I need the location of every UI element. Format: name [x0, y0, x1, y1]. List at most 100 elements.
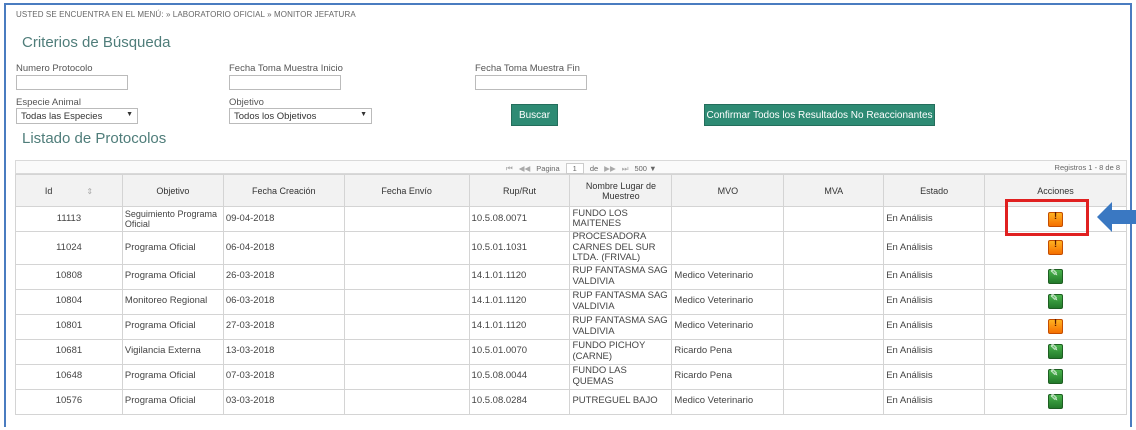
chevron-down-icon: ▼ [360, 111, 367, 118]
cell-mva [783, 313, 885, 340]
cell-mvo: Medico Veterinario [671, 288, 785, 315]
cell-objetivo: Programa Oficial [121, 388, 224, 415]
cell-lugar-muestreo: PUTREGUEL BAJO [569, 388, 673, 415]
table-row[interactable]: 10804 Monitoreo Regional 06-03-2018 14.1.01… [15, 288, 1127, 315]
cell-objetivo: Monitoreo Regional [121, 288, 224, 315]
col-header-mva[interactable]: MVA [783, 174, 885, 207]
buscar-button[interactable]: Buscar [511, 104, 558, 126]
table-row[interactable]: 10681 Vigilancia Externa 13-03-2018 10.5.01… [15, 338, 1127, 365]
cell-objetivo: Seguimiento Programa Oficial [121, 206, 224, 232]
cell-lugar-muestreo: FUNDO LAS QUEMAS [569, 363, 673, 390]
confirmar-no-reaccionantes-button[interactable]: Confirmar Todos los Resultados No Reacci… [704, 104, 935, 126]
col-header-id[interactable]: Id ⇕ [15, 174, 123, 207]
search-criteria-title: Criterios de Búsqueda [22, 34, 171, 51]
cell-acciones [984, 288, 1127, 315]
edit-icon[interactable] [1048, 294, 1064, 309]
cell-objetivo: Programa Oficial [121, 231, 224, 265]
highlight-box [1005, 199, 1089, 236]
fecha-inicio-label: Fecha Toma Muestra Inicio [229, 63, 343, 74]
cell-rup-rut: 10.5.08.0071 [468, 206, 571, 232]
cell-mvo: Medico Veterinario [671, 388, 785, 415]
page-size-select[interactable]: 500 ▼ [634, 164, 656, 173]
col-header-lugar-muestreo[interactable]: Nombre Lugar de Muestreo [569, 174, 673, 207]
cell-estado: En Análisis [883, 338, 986, 365]
edit-icon[interactable] [1048, 269, 1064, 284]
cell-mva [783, 338, 885, 365]
numero-protocolo-input[interactable] [16, 75, 128, 90]
col-header-mvo[interactable]: MVO [671, 174, 785, 207]
cell-estado: En Análisis [883, 231, 986, 265]
cell-objetivo: Programa Oficial [121, 263, 224, 290]
cell-estado: En Análisis [883, 388, 986, 415]
cell-fecha-creacion: 27-03-2018 [222, 313, 345, 340]
table-row[interactable]: 10801 Programa Oficial 27-03-2018 14.1.01.1… [15, 313, 1127, 340]
cell-mva [783, 388, 885, 415]
pointer-arrow-icon [1097, 202, 1136, 232]
sort-icon[interactable]: ⇕ [86, 187, 93, 196]
cell-fecha-creacion: 07-03-2018 [222, 363, 345, 390]
table-header-row: Id ⇕ Objetivo Fecha Creación Fecha Envío … [15, 174, 1127, 207]
cell-acciones [984, 363, 1127, 390]
cell-estado: En Análisis [883, 313, 986, 340]
cell-lugar-muestreo: RUP FANTASMA SAG VALDIVIA [569, 313, 673, 340]
alert-icon[interactable] [1048, 240, 1064, 256]
especie-label: Especie Animal [16, 97, 81, 108]
cell-lugar-muestreo: PROCESADORA CARNES DEL SUR LTDA. (FRIVAL… [569, 231, 673, 265]
cell-mva [783, 288, 885, 315]
table-row[interactable]: 10808 Programa Oficial 26-03-2018 14.1.01.1… [15, 263, 1127, 290]
alert-icon[interactable] [1048, 319, 1064, 334]
cell-id: 10576 [15, 388, 123, 415]
cell-id: 11024 [15, 231, 123, 265]
registros-count: Registros 1 - 8 de 8 [1054, 163, 1120, 172]
especie-select-value: Todas las Especies [21, 111, 103, 122]
cell-mvo: Medico Veterinario [671, 263, 785, 290]
cell-mva [783, 231, 885, 265]
pagina-label: Pagina [536, 164, 560, 173]
cell-rup-rut: 14.1.01.1120 [468, 263, 571, 290]
col-header-objetivo[interactable]: Objetivo [121, 174, 224, 207]
fecha-inicio-input[interactable] [229, 75, 341, 90]
table-row[interactable]: 11113 Seguimiento Programa Oficial 09-04-2… [15, 206, 1127, 232]
cell-fecha-envio [343, 363, 470, 390]
cell-acciones [984, 338, 1127, 365]
cell-rup-rut: 10.5.08.0284 [468, 388, 571, 415]
next-page-icon[interactable]: ▶▶ [604, 164, 616, 173]
cell-fecha-envio [343, 231, 470, 265]
table-row[interactable]: 10648 Programa Oficial 07-03-2018 10.5.08.0… [15, 363, 1127, 390]
table-row[interactable]: 11024 Programa Oficial 06-04-2018 10.5.01.1… [15, 231, 1127, 265]
protocol-table: Id ⇕ Objetivo Fecha Creación Fecha Envío … [15, 174, 1127, 415]
page-number-input[interactable]: 1 [565, 163, 584, 174]
prev-page-icon[interactable]: ◀◀ [519, 164, 531, 173]
cell-objetivo: Vigilancia Externa [121, 338, 224, 365]
cell-acciones [984, 231, 1127, 265]
cell-estado: En Análisis [883, 206, 986, 232]
cell-id: 11113 [15, 206, 123, 232]
cell-mva [783, 206, 885, 232]
de-label: de [589, 164, 599, 173]
cell-fecha-creacion: 06-04-2018 [222, 231, 345, 265]
edit-icon[interactable] [1048, 344, 1064, 359]
col-header-fecha-envio[interactable]: Fecha Envío [343, 174, 470, 207]
table-row[interactable]: 10576 Programa Oficial 03-03-2018 10.5.08.0… [15, 388, 1127, 415]
cell-lugar-muestreo: RUP FANTASMA SAG VALDIVIA [569, 263, 673, 290]
fecha-fin-label: Fecha Toma Muestra Fin [475, 63, 580, 74]
last-page-icon[interactable]: ⏭ [622, 164, 629, 174]
edit-icon[interactable] [1048, 369, 1064, 384]
col-header-fecha-creacion[interactable]: Fecha Creación [222, 174, 345, 207]
cell-acciones [984, 388, 1127, 415]
fecha-fin-input[interactable] [475, 75, 587, 90]
col-header-rup-rut[interactable]: Rup/Rut [468, 174, 571, 207]
cell-mva [783, 363, 885, 390]
especie-select[interactable]: Todas las Especies ▼ [16, 108, 138, 124]
first-page-icon[interactable]: ⏮ [506, 164, 513, 174]
edit-icon[interactable] [1048, 394, 1064, 409]
cell-id: 10804 [15, 288, 123, 315]
cell-rup-rut: 10.5.08.0044 [468, 363, 571, 390]
objetivo-select[interactable]: Todos los Objetivos ▼ [229, 108, 372, 124]
cell-lugar-muestreo: FUNDO PICHOY (CARNE) [569, 338, 673, 365]
col-header-estado[interactable]: Estado [883, 174, 986, 207]
cell-id: 10808 [15, 263, 123, 290]
cell-rup-rut: 10.5.01.0070 [468, 338, 571, 365]
cell-estado: En Análisis [883, 263, 986, 290]
cell-mvo: Ricardo Pena [671, 363, 785, 390]
